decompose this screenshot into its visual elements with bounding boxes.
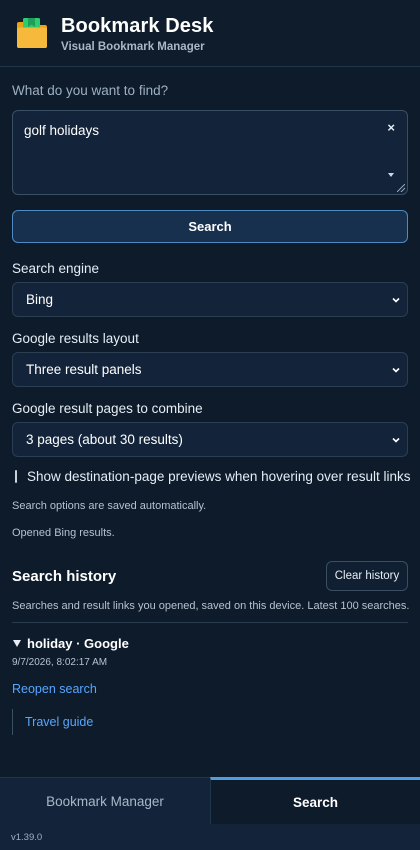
scroll-down-icon[interactable] bbox=[388, 173, 394, 177]
search-panel: What do you want to find? golf holidays … bbox=[0, 83, 420, 735]
preview-option: Show destination-page previews when hove… bbox=[12, 469, 410, 484]
clear-query-icon[interactable]: × bbox=[387, 120, 395, 135]
result-links-list: Travel guide bbox=[12, 709, 408, 735]
history-header: Search history Clear history bbox=[12, 561, 408, 591]
app-root: Bookmark Desk Visual Bookmark Manager Wh… bbox=[0, 0, 420, 850]
version-label: v1.39.0 bbox=[11, 831, 43, 843]
app-subtitle: Visual Bookmark Manager bbox=[61, 40, 205, 53]
tab-search[interactable]: Search bbox=[210, 777, 420, 824]
autosave-note: Search options are saved automatically. bbox=[12, 500, 207, 512]
history-entry-timestamp: 9/7/2026, 8:02:17 AM bbox=[12, 657, 108, 668]
app-header: Bookmark Desk Visual Bookmark Manager bbox=[0, 0, 420, 67]
search-engine-label: Search engine bbox=[12, 261, 100, 276]
result-pages-value: 3 pages (about 30 results) bbox=[26, 432, 183, 447]
app-title: Bookmark Desk bbox=[61, 14, 214, 37]
results-layout-label: Google results layout bbox=[12, 331, 139, 346]
history-entry: holiday · Google 9/7/2026, 8:02:17 AM Re… bbox=[12, 636, 408, 735]
footer: v1.39.0 bbox=[0, 824, 420, 850]
history-description: Searches and result links you opened, sa… bbox=[12, 600, 410, 612]
chevron-down-icon bbox=[392, 367, 400, 373]
divider bbox=[12, 622, 408, 623]
tab-bookmark-manager[interactable]: Bookmark Manager bbox=[0, 778, 210, 824]
chevron-down-icon bbox=[392, 297, 400, 303]
preview-checkbox[interactable] bbox=[15, 470, 17, 483]
tab-bar: Bookmark Manager Search bbox=[0, 777, 420, 824]
search-engine-value: Bing bbox=[26, 292, 54, 307]
clear-history-button[interactable]: Clear history bbox=[326, 561, 408, 591]
search-button[interactable]: Search bbox=[12, 210, 408, 243]
results-layout-select[interactable]: Three result panels bbox=[12, 352, 408, 387]
result-pages-label: Google result pages to combine bbox=[12, 401, 203, 416]
query-textarea[interactable]: golf holidays × bbox=[12, 110, 408, 195]
search-engine-select[interactable]: Bing bbox=[12, 282, 408, 317]
status-message: Opened Bing results. bbox=[12, 527, 115, 539]
query-value: golf holidays bbox=[24, 123, 100, 138]
resize-handle[interactable] bbox=[397, 184, 405, 192]
history-title: Search history bbox=[12, 567, 117, 585]
results-layout-value: Three result panels bbox=[26, 362, 142, 377]
triangle-down-icon bbox=[13, 640, 21, 647]
preview-checkbox-label[interactable]: Show destination-page previews when hove… bbox=[27, 469, 410, 484]
query-label: What do you want to find? bbox=[12, 83, 169, 98]
reopen-search-link[interactable]: Reopen search bbox=[12, 682, 97, 696]
title-block: Bookmark Desk Visual Bookmark Manager bbox=[61, 14, 213, 53]
result-link[interactable]: Travel guide bbox=[25, 715, 93, 729]
history-entry-summary[interactable]: holiday · Google bbox=[12, 636, 408, 651]
result-pages-select[interactable]: 3 pages (about 30 results) bbox=[12, 422, 408, 457]
history-entry-title: holiday · Google bbox=[27, 636, 129, 651]
chevron-down-icon bbox=[392, 437, 400, 443]
folder-icon bbox=[17, 18, 47, 48]
